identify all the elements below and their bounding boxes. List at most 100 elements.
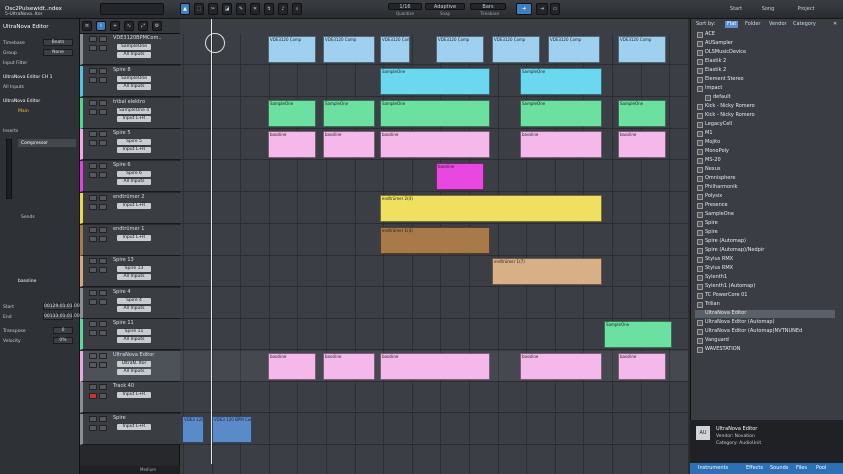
eraser-tool[interactable]: ◪ [222,3,232,15]
start-button[interactable]: Start [725,3,747,15]
clip[interactable]: bassline [380,353,490,380]
record-button[interactable] [89,140,97,146]
clip[interactable]: SampleOne [520,100,602,127]
track-name[interactable]: Spire 4 [113,289,161,295]
zoom-tool[interactable]: ⌕ [292,3,302,15]
clip[interactable]: endtrümer 1(7) [492,258,602,285]
monitor-button[interactable] [99,393,107,399]
tab-instruments[interactable]: Instruments [698,465,728,471]
track-header[interactable]: Track 40 Input L+R [80,382,180,413]
timebase-field[interactable]: Beats [43,39,73,46]
track-header[interactable]: endtrümer 1 Input L+R [80,225,180,256]
track-input[interactable]: All Inputs [117,337,151,343]
track-instrument[interactable]: SampleOne [117,76,151,82]
browser-item[interactable]: Sylenth1 (Automap) [705,283,755,291]
track-channel[interactable]: UltraNova Editor CH 1 [0,73,80,81]
mute-button[interactable] [89,131,97,137]
record-button[interactable] [89,330,97,336]
clip[interactable]: SampleOne [520,68,602,95]
solo-button[interactable] [99,416,107,422]
arrow-tool[interactable]: ▲ [180,3,190,15]
output-mode[interactable]: Main [0,107,80,115]
track-header[interactable]: Spire 6 Spire 6 All Inputs [80,161,180,192]
list-view-button[interactable]: ≡ [82,21,92,31]
solo-button[interactable] [99,321,107,327]
tab-vendor[interactable]: Vendor [767,21,789,28]
browser-item[interactable]: Omnisphere [705,175,735,183]
clip[interactable]: endtrümer 2(4) [380,195,602,222]
tab-pool[interactable]: Pool [816,465,826,471]
tab-sounds[interactable]: Sounds [770,465,788,471]
browser-item[interactable]: Presence [705,202,728,210]
browser-item[interactable]: Polysix [705,193,722,201]
track-selector[interactable] [100,3,164,15]
browser-item[interactable]: Stylus RMX [705,256,733,264]
solo-button[interactable] [99,195,107,201]
browser-item[interactable]: Sylenth1 [705,274,727,282]
velocity-field[interactable]: 0% [53,337,73,344]
compressor-insert[interactable]: Compressor [18,139,76,147]
track-lane[interactable] [180,34,688,65]
track-instrument[interactable]: Input L+R [117,392,151,398]
solo-button[interactable] [99,258,107,264]
record-button[interactable] [89,362,97,368]
solo-button[interactable] [99,131,107,137]
tab-flat[interactable]: Flat [725,21,739,28]
track-name[interactable]: Spire 13 [113,257,161,263]
listen-tool[interactable]: ♪ [278,3,288,15]
solo-button[interactable] [99,100,107,106]
track-name[interactable]: Track 40 [113,383,161,389]
track-instrument[interactable]: Spire 5 [117,139,151,145]
arrange-view[interactable]: VDE3120 Comp VDE3120 Comp VDE3120 Comp VDE3… [180,19,688,474]
track-header[interactable]: tribal elektro SampleOne 4 Input L+R [80,98,180,129]
split-tool[interactable]: ✂ [208,3,218,15]
track-header[interactable]: Spire 4 Spire 4 All Inputs [80,288,180,319]
clip[interactable]: SampleOne [604,321,672,348]
browser-item[interactable]: Kick - Nicky Romero [705,112,755,120]
track-lane[interactable] [180,256,688,287]
clip[interactable]: bassline [618,353,666,380]
mute-button[interactable] [89,163,97,169]
track-instrument[interactable]: Input L+R [117,424,151,430]
browser-item[interactable]: Spire (Automap) [705,238,746,246]
monitor-button[interactable] [99,236,107,242]
record-button[interactable] [89,267,97,273]
mute-button[interactable] [89,290,97,296]
track-lane[interactable] [180,382,688,413]
clip[interactable]: VDE3 120 BPM Comp [182,416,204,443]
track-input[interactable]: Input L+R [117,116,151,122]
track-name[interactable]: Spire [113,415,161,421]
track-instrument[interactable]: Spire 11 [117,329,151,335]
monitor-button[interactable] [99,204,107,210]
clip[interactable]: bassline [618,131,666,158]
fader[interactable] [6,139,12,199]
browser-item[interactable]: Philharmonik [705,184,738,192]
solo-button[interactable] [99,227,107,233]
track-input[interactable]: Input L+R [117,147,151,153]
follow-button[interactable]: ➜ [516,3,532,15]
project-button[interactable]: Project [792,3,820,15]
browser-item[interactable]: Spire (Automap)/Nedpir [705,247,764,255]
track-name[interactable]: tribal elektro [113,99,161,105]
record-button[interactable] [89,299,97,305]
clip[interactable]: bassline [520,131,602,158]
bend-tool[interactable]: ↯ [264,3,274,15]
snap-select[interactable]: Adaptive [425,3,465,10]
browser-item[interactable]: ACE [705,31,715,39]
track-input[interactable]: All Inputs [117,84,151,90]
inspector-toggle[interactable]: i [96,21,106,31]
browser-item[interactable]: Vanguard [705,337,729,345]
monitor-button[interactable] [99,172,107,178]
browser-item[interactable]: Kick - Nicky Romero [705,103,755,111]
track-name[interactable]: UltraNova Editor [113,352,161,358]
mute-button[interactable] [89,195,97,201]
track-lane[interactable] [180,288,688,319]
track-input[interactable]: All Inputs [117,179,151,185]
browser-item[interactable]: Elastik 2 [705,67,726,75]
range-tool[interactable]: ⬚ [194,3,204,15]
group-field[interactable]: None [43,49,73,56]
mute-button[interactable] [89,353,97,359]
track-instrument[interactable]: Spire 4 [117,298,151,304]
tab-category[interactable]: Category [791,21,818,28]
track-instrument[interactable]: Spire 6 [117,171,151,177]
